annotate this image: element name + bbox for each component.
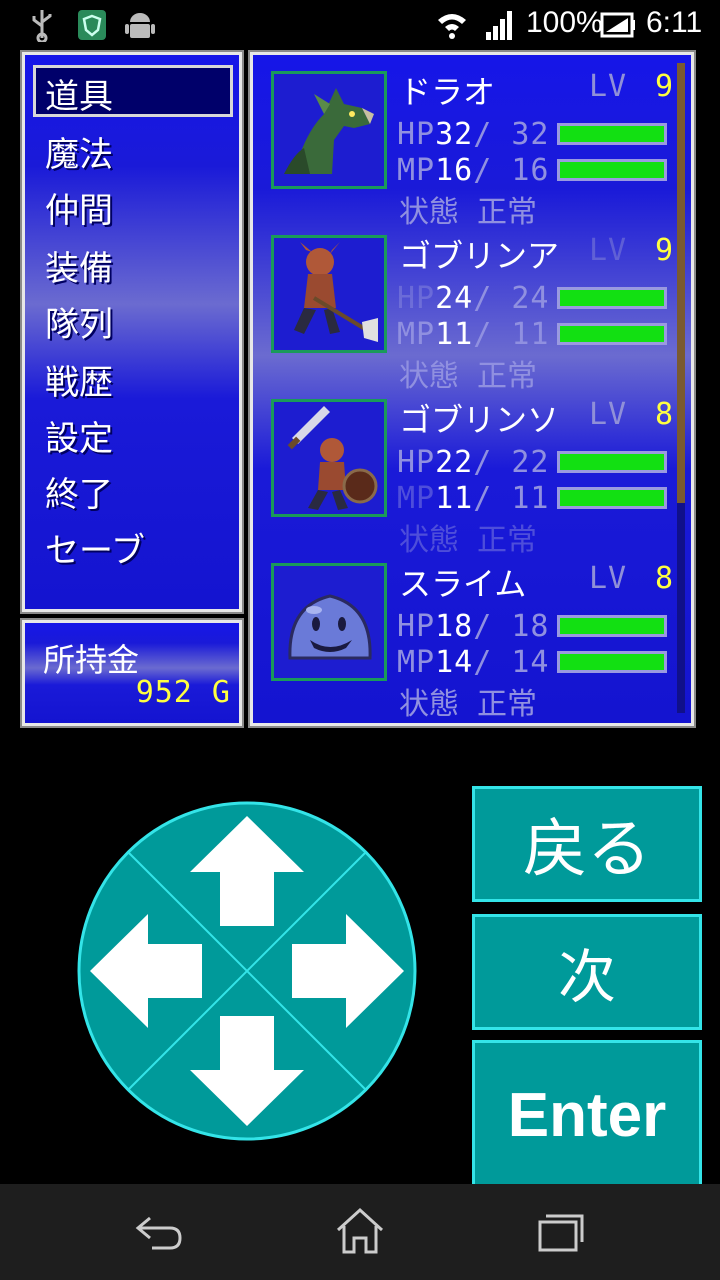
- android-icon: [125, 13, 155, 38]
- back-button[interactable]: 戻る: [472, 786, 702, 902]
- hp-label: HP: [397, 609, 436, 644]
- level-value: 8: [655, 561, 675, 596]
- mp-row: MP16/ 16: [397, 153, 550, 188]
- mp-row: MP11/ 11: [397, 317, 550, 352]
- menu-item-magic[interactable]: 魔法: [45, 127, 113, 176]
- mp-label: MP: [397, 153, 436, 188]
- gold-label: 所持金: [43, 641, 140, 679]
- hp-bar: [557, 451, 667, 473]
- hp-row: HP24/ 24: [397, 281, 550, 316]
- member-name: ゴブリンア: [399, 237, 560, 275]
- enter-button[interactable]: Enter: [472, 1040, 702, 1190]
- menu-item-quit[interactable]: 終了: [45, 467, 113, 516]
- mp-label: MP: [397, 481, 436, 516]
- party-member[interactable]: ゴブリンソ LV 8 HP22/ 22 MP11/ 11 状態 正常: [267, 387, 677, 558]
- hp-current: 32: [435, 117, 474, 152]
- party-member[interactable]: ドラオ LV 9 HP32/ 32 MP16/ 16 状態 正常: [267, 59, 677, 230]
- hp-max: 18: [511, 609, 550, 644]
- recents-icon[interactable]: [530, 1206, 590, 1256]
- hp-label: HP: [397, 445, 436, 480]
- level-value: 8: [655, 397, 675, 432]
- menu-item-save[interactable]: セーブ: [45, 523, 145, 572]
- mp-max: 16: [511, 153, 550, 188]
- hp-max: 22: [511, 445, 550, 480]
- mp-bar: [557, 487, 667, 509]
- party-member[interactable]: スライム LV 8 HP18/ 18 MP14/ 14 状態 正常: [267, 551, 677, 722]
- status-label: 状態: [399, 687, 459, 722]
- party-status-panel[interactable]: ドラオ LV 9 HP32/ 32 MP16/ 16 状態 正常 ゴブリンア L…: [248, 50, 696, 728]
- battery-charging-icon: [600, 12, 635, 38]
- slime-portrait-icon: [271, 563, 387, 681]
- mp-label: MP: [397, 317, 436, 352]
- hp-bar: [557, 615, 667, 637]
- hp-current: 18: [435, 609, 474, 644]
- mp-bar: [557, 651, 667, 673]
- next-button[interactable]: 次: [472, 914, 702, 1030]
- hp-bar: [557, 287, 667, 309]
- level-value: 9: [655, 233, 675, 268]
- menu-item-items[interactable]: 道具: [45, 69, 113, 118]
- level-value: 9: [655, 69, 675, 104]
- level-label: LV: [589, 69, 628, 104]
- hp-row: HP18/ 18: [397, 609, 550, 644]
- mp-row: MP11/ 11: [397, 481, 550, 516]
- scrollbar-thumb[interactable]: [677, 63, 685, 503]
- shield-app-icon: [78, 10, 106, 40]
- menu-item-settings[interactable]: 設定: [45, 411, 113, 460]
- hp-current: 24: [435, 281, 474, 316]
- hp-current: 22: [435, 445, 474, 480]
- mp-max: 11: [511, 317, 550, 352]
- mp-max: 14: [511, 645, 550, 680]
- status-bar: 100% 6:11: [0, 0, 720, 50]
- wifi-icon: [438, 14, 466, 39]
- hp-max: 32: [511, 117, 550, 152]
- hp-label: HP: [397, 117, 436, 152]
- party-scrollbar[interactable]: [677, 63, 685, 713]
- menu-item-formation[interactable]: 隊列: [45, 297, 113, 346]
- mp-current: 16: [435, 153, 474, 188]
- goblin-sword-portrait-icon: [271, 399, 387, 517]
- back-icon[interactable]: [130, 1206, 190, 1256]
- menu-item-equipment[interactable]: 装備: [45, 241, 113, 290]
- gold-panel: 所持金 952 G: [20, 618, 244, 728]
- mp-current: 14: [435, 645, 474, 680]
- dpad[interactable]: [76, 800, 418, 1142]
- home-icon[interactable]: [330, 1206, 390, 1256]
- signal-icon: [486, 11, 512, 40]
- battery-percent: 100%: [526, 6, 603, 39]
- usb-icon: [32, 10, 52, 42]
- hp-row: HP22/ 22: [397, 445, 550, 480]
- mp-bar: [557, 159, 667, 181]
- level-label: LV: [589, 397, 628, 432]
- hp-bar: [557, 123, 667, 145]
- level-label: LV: [589, 561, 628, 596]
- member-name: ゴブリンソ: [399, 401, 560, 439]
- navigation-bar: [0, 1184, 720, 1280]
- mp-label: MP: [397, 645, 436, 680]
- dragon-portrait-icon: [271, 71, 387, 189]
- mp-bar: [557, 323, 667, 345]
- mp-current: 11: [435, 317, 474, 352]
- menu-item-companions[interactable]: 仲間: [45, 183, 113, 232]
- menu-item-history[interactable]: 戦歴: [45, 355, 113, 404]
- mp-row: MP14/ 14: [397, 645, 550, 680]
- party-member[interactable]: ゴブリンア LV 9 HP24/ 24 MP11/ 11 状態 正常: [267, 223, 677, 394]
- status-row: 状態 正常: [399, 679, 537, 723]
- level-label: LV: [589, 233, 628, 268]
- hp-max: 24: [511, 281, 550, 316]
- hp-label: HP: [397, 281, 436, 316]
- mp-max: 11: [511, 481, 550, 516]
- gold-value: 952 G: [135, 675, 231, 710]
- mp-current: 11: [435, 481, 474, 516]
- status-value: 正常: [477, 687, 537, 722]
- member-name: ドラオ: [399, 73, 496, 111]
- command-menu-panel: 道具 魔法 仲間 装備 隊列 戦歴 設定 終了 セーブ: [20, 50, 244, 614]
- clock: 6:11: [646, 6, 703, 39]
- goblin-axe-portrait-icon: [271, 235, 387, 353]
- hp-row: HP32/ 32: [397, 117, 550, 152]
- member-name: スライム: [399, 565, 527, 603]
